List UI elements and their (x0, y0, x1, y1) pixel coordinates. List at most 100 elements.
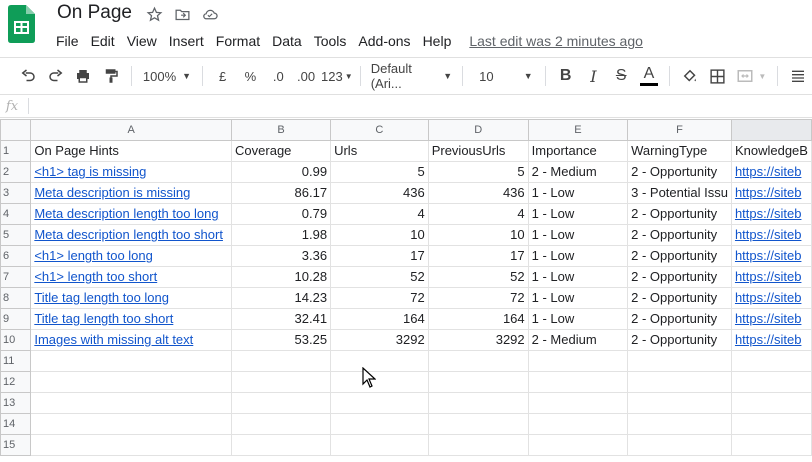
cell[interactable]: 1 - Low (527, 245, 629, 267)
cell[interactable]: 3292 (330, 329, 429, 351)
last-edit-link[interactable]: Last edit was 2 minutes ago (463, 30, 649, 52)
zoom-select[interactable]: 100% ▼ (138, 63, 196, 89)
cell[interactable] (627, 371, 732, 393)
column-header-a[interactable]: A (30, 119, 233, 141)
cell[interactable]: Meta description is missing (30, 182, 233, 204)
cell[interactable]: 2 - Opportunity (627, 224, 732, 246)
cell[interactable] (427, 413, 529, 435)
cell[interactable]: Title tag length too short (30, 308, 233, 330)
google-sheets-logo[interactable] (8, 5, 35, 43)
cell[interactable] (627, 350, 732, 372)
row-header[interactable]: 14 (0, 413, 32, 435)
cell[interactable]: 17 (427, 245, 529, 267)
cell[interactable]: KnowledgeB (730, 140, 812, 162)
row-header[interactable]: 12 (0, 371, 32, 393)
row-header[interactable]: 3 (0, 182, 32, 204)
cell[interactable] (427, 371, 529, 393)
cell[interactable] (231, 392, 332, 414)
select-all-corner[interactable] (0, 119, 32, 141)
cell[interactable]: <h1> tag is missing (30, 161, 233, 183)
cell[interactable] (330, 392, 429, 414)
row-header[interactable]: 11 (0, 350, 32, 372)
horizontal-align-icon[interactable] (784, 63, 812, 89)
formula-input[interactable] (29, 95, 812, 117)
row-header[interactable]: 6 (0, 245, 32, 267)
cell[interactable]: Images with missing alt text (30, 329, 233, 351)
column-header-g[interactable] (730, 119, 812, 141)
cell[interactable]: 1 - Low (527, 182, 629, 204)
cell[interactable]: WarningType (627, 140, 732, 162)
cell[interactable]: 10 (330, 224, 429, 246)
cell[interactable]: 2 - Opportunity (627, 329, 732, 351)
cell[interactable]: 52 (427, 266, 529, 288)
paint-format-icon[interactable] (97, 63, 125, 89)
menu-insert[interactable]: Insert (163, 30, 210, 52)
cell[interactable] (30, 371, 233, 393)
row-header[interactable]: 15 (0, 434, 32, 456)
cell[interactable]: 1 - Low (527, 224, 629, 246)
menu-file[interactable]: File (50, 30, 85, 52)
cell[interactable] (231, 350, 332, 372)
cell[interactable]: <h1> length too long (30, 245, 233, 267)
font-family-select[interactable]: Default (Ari... ▼ (367, 61, 456, 91)
column-header-e[interactable]: E (527, 119, 629, 141)
menu-format[interactable]: Format (210, 30, 266, 52)
cell[interactable] (627, 434, 732, 456)
strikethrough-button[interactable]: S (607, 63, 635, 89)
cell[interactable]: 1 - Low (527, 308, 629, 330)
menu-help[interactable]: Help (417, 30, 458, 52)
cell[interactable]: 0.99 (231, 161, 332, 183)
column-header-f[interactable]: F (627, 119, 732, 141)
font-size-select[interactable]: 10 ▼ (469, 63, 539, 89)
cell[interactable] (730, 434, 812, 456)
cell[interactable]: 14.23 (231, 287, 332, 309)
document-title[interactable]: On Page (57, 2, 132, 24)
cell[interactable] (730, 350, 812, 372)
borders-icon[interactable] (704, 63, 732, 89)
menu-addons[interactable]: Add-ons (352, 30, 416, 52)
cell[interactable]: 436 (427, 182, 529, 204)
cell[interactable]: Meta description length too long (30, 203, 233, 225)
cell[interactable]: 5 (427, 161, 529, 183)
cell[interactable]: 164 (330, 308, 429, 330)
cell[interactable]: 5 (330, 161, 429, 183)
cell[interactable]: https://siteb (730, 224, 812, 246)
more-formats-button[interactable]: 123 ▼ (320, 63, 354, 89)
column-header-d[interactable]: D (427, 119, 529, 141)
cell[interactable]: https://siteb (730, 203, 812, 225)
text-color-button[interactable]: A (635, 63, 663, 89)
cell[interactable]: Coverage (231, 140, 332, 162)
cell[interactable] (627, 413, 732, 435)
merge-cells-icon[interactable]: ▼ (732, 63, 772, 89)
cell[interactable]: 164 (427, 308, 529, 330)
menu-tools[interactable]: Tools (308, 30, 353, 52)
cell[interactable]: 436 (330, 182, 429, 204)
column-header-c[interactable]: C (330, 119, 429, 141)
cell[interactable]: 3292 (427, 329, 529, 351)
cell[interactable]: 2 - Opportunity (627, 266, 732, 288)
cell[interactable]: 72 (330, 287, 429, 309)
print-icon[interactable] (70, 63, 98, 89)
cell[interactable]: <h1> length too short (30, 266, 233, 288)
menu-view[interactable]: View (121, 30, 163, 52)
bold-button[interactable]: B (552, 63, 580, 89)
cell[interactable]: 1.98 (231, 224, 332, 246)
cell[interactable]: 3 - Potential Issu (627, 182, 732, 204)
cell[interactable]: 10.28 (231, 266, 332, 288)
cell[interactable] (427, 392, 529, 414)
cell[interactable] (527, 392, 629, 414)
menu-data[interactable]: Data (266, 30, 308, 52)
cell[interactable] (627, 392, 732, 414)
row-header[interactable]: 13 (0, 392, 32, 414)
currency-format-button[interactable]: £ (209, 63, 237, 89)
percent-format-button[interactable]: % (237, 63, 265, 89)
cell[interactable] (231, 371, 332, 393)
cell[interactable]: 1 - Low (527, 287, 629, 309)
cell[interactable]: PreviousUrls (427, 140, 529, 162)
cell[interactable] (231, 434, 332, 456)
row-header[interactable]: 4 (0, 203, 32, 225)
cell[interactable] (527, 413, 629, 435)
decrease-decimal-button[interactable]: .0 (264, 63, 292, 89)
cell[interactable]: Title tag length too long (30, 287, 233, 309)
cell[interactable] (231, 413, 332, 435)
